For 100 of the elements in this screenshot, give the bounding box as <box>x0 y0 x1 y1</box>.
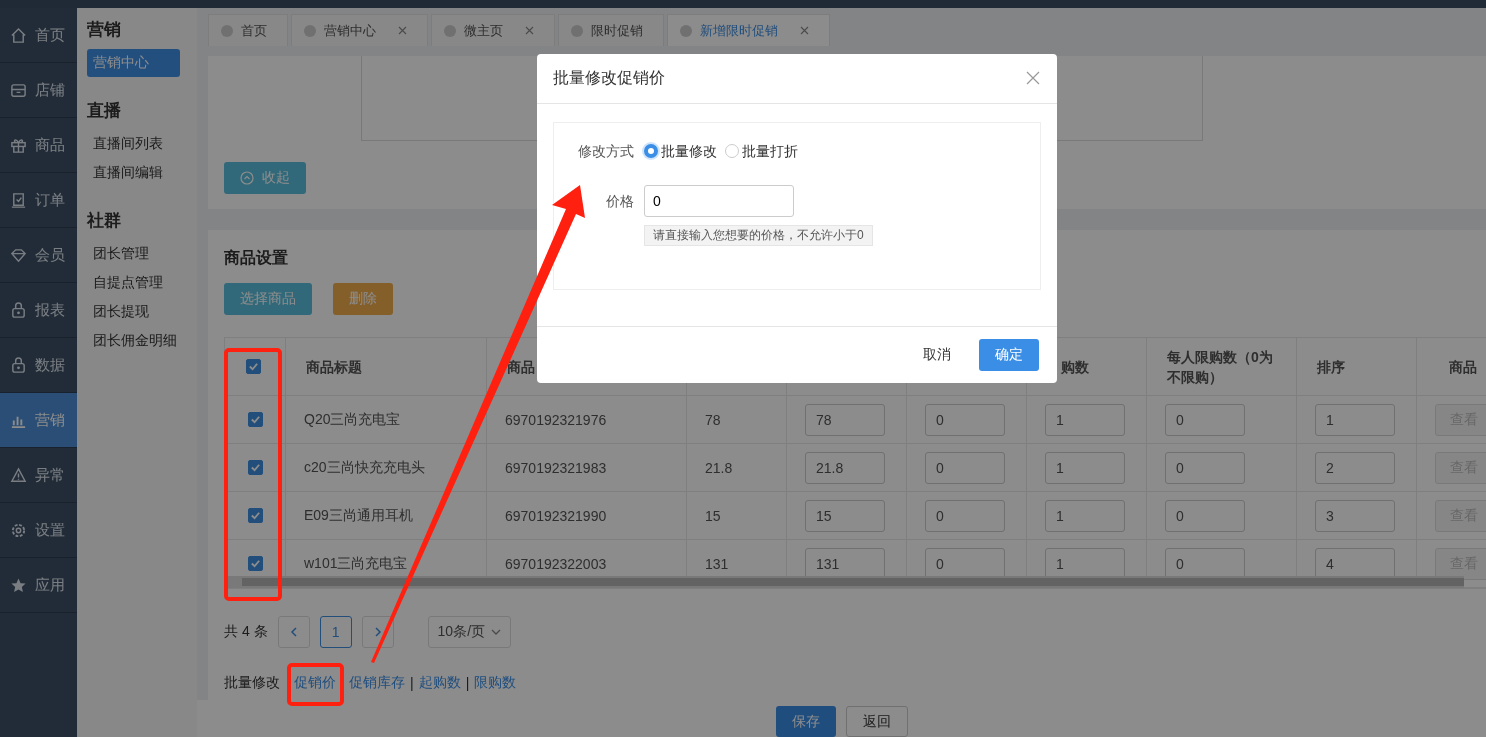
radio-icon[interactable] <box>725 144 739 158</box>
row-checkbox[interactable] <box>247 412 263 427</box>
diamond-icon <box>10 246 27 264</box>
input-field[interactable]: 15 <box>805 499 885 532</box>
check-icon <box>247 361 259 372</box>
chevron-down-icon <box>491 627 502 637</box>
separator: | <box>465 675 470 691</box>
column-header: 每人限购数（0为不限购） <box>1167 347 1274 387</box>
sidebar-item[interactable]: 自提点管理 <box>87 269 187 297</box>
input-field[interactable]: 21.8 <box>805 451 885 484</box>
batch-link[interactable]: 促销价 <box>294 674 336 692</box>
table-cell: 6970192321990 <box>487 492 687 540</box>
radio-option[interactable]: 批量修改 <box>644 141 717 161</box>
table-cell: 21.8 <box>687 444 787 492</box>
sidebar-heading: 营销 <box>87 19 121 41</box>
row-checkbox[interactable] <box>247 556 263 571</box>
input-field[interactable]: 1 <box>1045 499 1125 532</box>
check-icon <box>249 414 261 425</box>
lock-icon <box>10 356 27 374</box>
save-button[interactable]: 保存 <box>775 706 836 737</box>
chevron-left-icon <box>288 627 299 637</box>
gift-icon <box>10 136 27 154</box>
status-dot-icon <box>680 24 692 37</box>
status-dot-icon <box>444 24 456 37</box>
sidebar-item[interactable]: 团长佣金明细 <box>87 327 187 355</box>
tab[interactable]: 首页 <box>208 14 288 46</box>
column-header: 商品 <box>507 357 535 377</box>
sidebar-item[interactable]: 团长提现 <box>87 298 187 326</box>
input-field[interactable]: 1 <box>1315 403 1395 436</box>
cancel-button[interactable]: 取消 <box>923 346 951 364</box>
input-field[interactable]: 0 <box>925 403 1005 436</box>
radio-option[interactable]: 批量打折 <box>725 141 798 161</box>
home-icon <box>10 26 27 44</box>
sidebar-item[interactable]: 团长管理 <box>87 240 187 268</box>
close-icon[interactable] <box>525 26 534 35</box>
tab[interactable]: 微主页 <box>431 14 555 46</box>
nav-item[interactable]: 营销 <box>0 393 77 448</box>
input-field[interactable]: 0 <box>1165 451 1245 484</box>
input-field[interactable]: 3 <box>1315 499 1395 532</box>
close-button[interactable] <box>1025 70 1041 87</box>
chevron-up-icon <box>240 171 254 185</box>
sidebar-heading: 直播 <box>87 100 121 122</box>
close-icon[interactable] <box>398 26 407 35</box>
star-icon <box>10 576 27 594</box>
annotation-box <box>287 663 344 706</box>
radio-icon[interactable] <box>644 144 658 158</box>
input-field[interactable]: 0 <box>1165 499 1245 532</box>
column-header: 排序 <box>1317 357 1345 377</box>
check-icon <box>249 558 261 569</box>
sidebar-item[interactable]: 直播间编辑 <box>87 159 187 187</box>
back-button[interactable]: 返回 <box>845 706 908 737</box>
column-header: 商品标题 <box>306 357 362 377</box>
chevron-right-icon <box>372 627 383 637</box>
page-size-select[interactable]: 10条/页 <box>427 616 512 648</box>
row-checkbox[interactable] <box>247 460 263 475</box>
page-button[interactable]: 1 <box>319 616 352 648</box>
column-header: 商品 <box>1449 357 1477 377</box>
input-field[interactable]: 0 <box>1165 403 1245 436</box>
warning-icon <box>10 466 27 484</box>
close-icon <box>1026 70 1040 85</box>
store-icon <box>10 81 27 99</box>
column-header: 购数 <box>1061 357 1089 377</box>
lock-icon <box>10 301 27 319</box>
confirm-button[interactable]: 确定 <box>979 339 1039 371</box>
batch-link[interactable]: 促销库存 <box>349 674 405 692</box>
table-cell: 15 <box>687 492 787 540</box>
settings-icon <box>10 521 27 539</box>
status-dot-icon <box>304 24 316 37</box>
prev-page-button[interactable] <box>277 616 310 648</box>
input-field[interactable]: 78 <box>805 403 885 436</box>
input-field[interactable]: 1 <box>1045 451 1125 484</box>
row-checkbox[interactable] <box>247 508 263 523</box>
batch-edit-label: 批量修改 <box>224 674 280 692</box>
price-input[interactable]: 0 <box>644 185 794 217</box>
close-icon[interactable] <box>800 26 809 35</box>
select-all-checkbox[interactable] <box>245 359 261 374</box>
section-title: 商品设置 <box>224 248 288 268</box>
hint-text: 请直接输入您想要的价格，不允许小于0 <box>644 225 873 246</box>
receipt-icon <box>10 191 27 209</box>
batch-link[interactable]: 限购数 <box>474 674 517 692</box>
tab[interactable]: 营销中心 <box>291 14 428 46</box>
table-cell: 6970192321983 <box>487 444 687 492</box>
input-field[interactable]: 0 <box>925 451 1005 484</box>
input-field[interactable]: 0 <box>925 499 1005 532</box>
sidebar-heading: 社群 <box>87 210 121 232</box>
dialog-title: 批量修改促销价 <box>553 68 665 88</box>
check-icon <box>249 462 261 473</box>
status-dot-icon <box>221 24 233 37</box>
sidebar-item[interactable]: 营销中心 <box>87 49 180 77</box>
field-label: 修改方式 <box>577 142 634 161</box>
tab[interactable]: 限时促销 <box>558 14 664 46</box>
input-field[interactable]: 1 <box>1045 403 1125 436</box>
check-icon <box>249 510 261 521</box>
status-dot-icon <box>571 24 583 37</box>
total-count: 共 4 条 <box>224 623 268 641</box>
batch-link[interactable]: 起购数 <box>418 674 461 692</box>
table-cell: 78 <box>687 396 787 444</box>
tab[interactable]: 新增限时促销 <box>667 14 830 46</box>
input-field[interactable]: 2 <box>1315 451 1395 484</box>
sidebar-item[interactable]: 直播间列表 <box>87 130 187 158</box>
